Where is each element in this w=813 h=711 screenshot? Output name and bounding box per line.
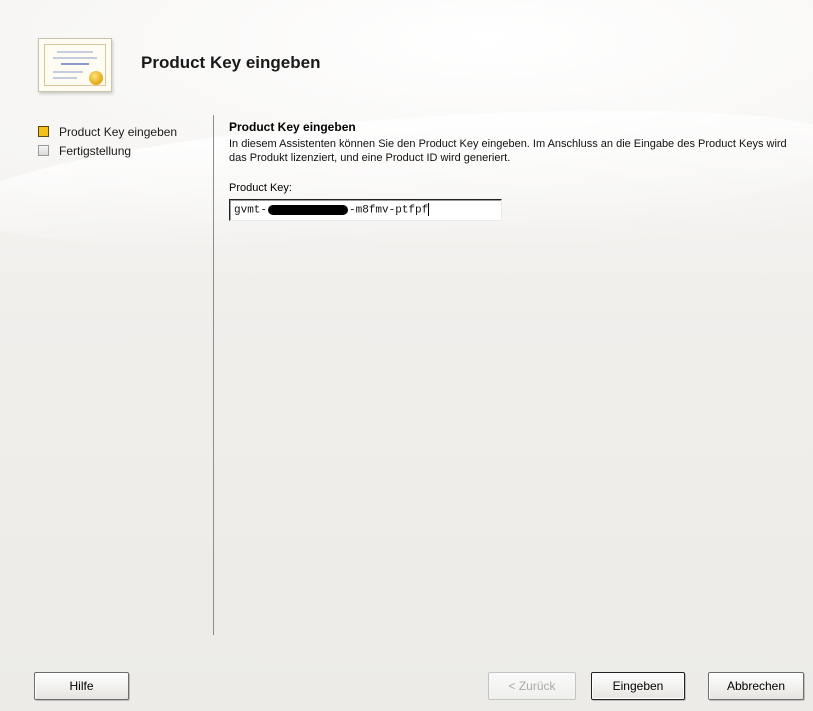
- key-prefix: gvmt-: [234, 204, 268, 217]
- description-text: In diesem Assistenten können Sie den Pro…: [229, 138, 787, 164]
- product-key-wizard: Product Key eingeben Product Key eingebe…: [0, 0, 813, 711]
- step-label: Product Key eingeben: [59, 125, 178, 139]
- cancel-button[interactable]: Abbrechen: [708, 672, 804, 700]
- step-product-key[interactable]: Product Key eingeben: [38, 123, 177, 142]
- divider: [213, 115, 214, 635]
- seal-icon: [89, 71, 103, 85]
- main-content: Product Key eingeben In diesem Assistent…: [229, 120, 799, 221]
- certificate-icon: [38, 38, 112, 92]
- product-key-input[interactable]: gvmt- -m8fmv-ptfpf: [229, 199, 502, 221]
- current-step-icon: [38, 126, 49, 137]
- page-title: Product Key eingeben: [141, 53, 321, 72]
- submit-button[interactable]: Eingeben: [591, 672, 685, 700]
- redaction-mark: [268, 204, 349, 215]
- text-cursor: [428, 203, 430, 216]
- section-heading: Product Key eingeben: [229, 120, 356, 134]
- product-key-label: Product Key:: [229, 182, 292, 194]
- pending-step-icon: [38, 145, 49, 156]
- back-button[interactable]: < Zurück: [488, 672, 576, 700]
- wizard-header: Product Key eingeben: [0, 0, 813, 110]
- key-suffix: -m8fmv-ptfpf: [349, 204, 429, 217]
- wizard-steps: Product Key eingeben Fertigstellung: [38, 123, 177, 161]
- help-button[interactable]: Hilfe: [34, 672, 129, 700]
- step-completion[interactable]: Fertigstellung: [38, 142, 177, 161]
- step-label: Fertigstellung: [59, 144, 132, 158]
